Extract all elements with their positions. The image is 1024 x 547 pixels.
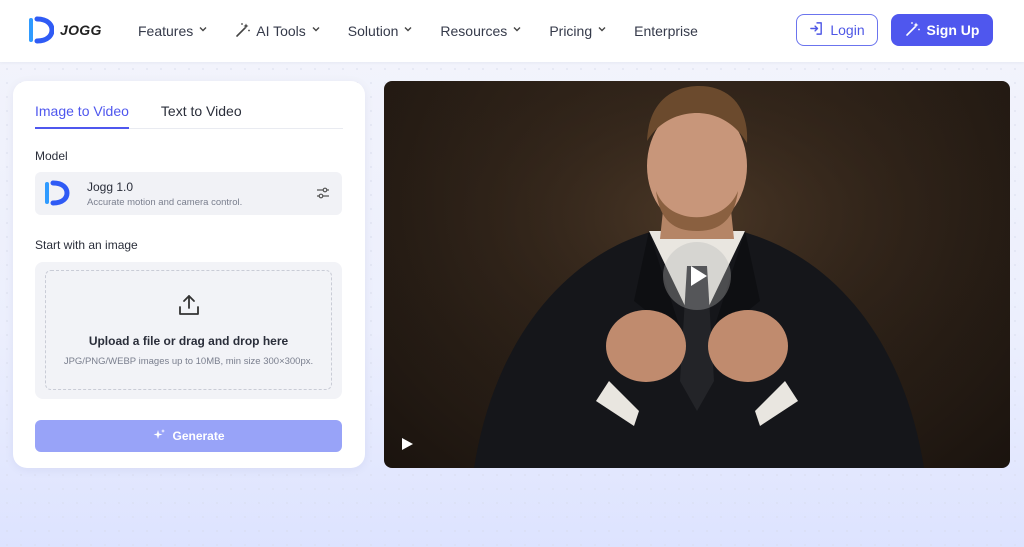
nav-features[interactable]: Features (138, 23, 208, 39)
nav-features-label: Features (138, 23, 194, 39)
top-navigation-bar: JOGG Features AI Tools Solution Resource… (0, 0, 1024, 62)
start-image-label: Start with an image (35, 238, 138, 252)
chevron-down-icon (198, 24, 208, 37)
chevron-down-icon (403, 24, 413, 37)
jogg-logo-icon (29, 16, 54, 44)
nav-resources[interactable]: Resources (440, 23, 522, 39)
chevron-down-icon (597, 24, 607, 37)
sparkle-icon (152, 428, 166, 445)
mode-tabs: Image to Video Text to Video (35, 103, 343, 129)
nav-ai-tools-label: AI Tools (256, 23, 306, 39)
nav-pricing[interactable]: Pricing (549, 23, 607, 39)
upload-area[interactable]: Upload a file or drag and drop here JPG/… (35, 262, 342, 399)
video-preview[interactable] (384, 81, 1010, 468)
upload-icon (177, 293, 201, 322)
generator-panel: Image to Video Text to Video Model Jogg … (13, 81, 365, 468)
model-selector[interactable]: Jogg 1.0 Accurate motion and camera cont… (35, 172, 342, 215)
model-description: Accurate motion and camera control. (87, 197, 243, 208)
login-icon (809, 21, 824, 39)
brand-name: JOGG (60, 22, 102, 38)
magic-wand-icon (905, 21, 921, 40)
chevron-down-icon (311, 24, 321, 37)
nav-solution[interactable]: Solution (348, 23, 414, 39)
login-button[interactable]: Login (796, 14, 878, 46)
generate-button[interactable]: Generate (35, 420, 342, 452)
play-control-icon[interactable] (400, 437, 414, 456)
model-name: Jogg 1.0 (87, 180, 134, 194)
nav-resources-label: Resources (440, 23, 508, 39)
brand-logo[interactable]: JOGG (28, 16, 102, 44)
nav-ai-tools[interactable]: AI Tools (235, 22, 321, 41)
upload-dropzone[interactable]: Upload a file or drag and drop here JPG/… (45, 270, 332, 390)
tab-image-to-video[interactable]: Image to Video (35, 103, 129, 129)
upload-hint: JPG/PNG/WEBP images up to 10MB, min size… (63, 356, 314, 367)
main-nav: Features AI Tools Solution Resources Pri… (138, 0, 725, 62)
nav-enterprise-label: Enterprise (634, 23, 698, 39)
signup-button[interactable]: Sign Up (891, 14, 993, 46)
nav-solution-label: Solution (347, 23, 399, 39)
jogg-model-logo-icon (44, 180, 70, 211)
signup-label: Sign Up (926, 22, 980, 38)
tab-text-to-video[interactable]: Text to Video (161, 103, 242, 129)
play-icon (691, 266, 707, 286)
chevron-down-icon (512, 24, 522, 37)
nav-enterprise[interactable]: Enterprise (634, 23, 698, 39)
play-button-center[interactable] (663, 242, 731, 310)
nav-pricing-label: Pricing (549, 23, 593, 39)
generate-label: Generate (172, 429, 225, 443)
login-label: Login (830, 22, 865, 38)
upload-title: Upload a file or drag and drop here (88, 334, 289, 348)
magic-wand-icon (235, 22, 251, 41)
sliders-settings-icon[interactable] (316, 186, 330, 205)
model-section-label: Model (35, 149, 68, 163)
